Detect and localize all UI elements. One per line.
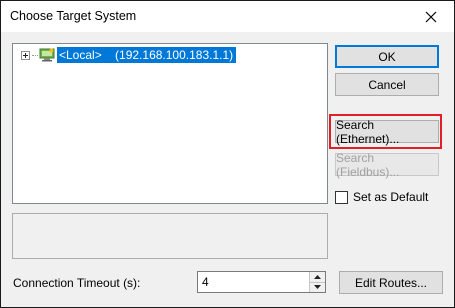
ok-button[interactable]: OK xyxy=(335,45,439,68)
set-as-default-option[interactable]: Set as Default xyxy=(335,190,428,204)
connection-timeout-label: Connection Timeout (s): xyxy=(13,276,141,290)
search-ethernet-button[interactable]: Search (Ethernet)... xyxy=(335,118,439,146)
set-as-default-label: Set as Default xyxy=(353,190,429,204)
close-button[interactable] xyxy=(408,1,454,32)
spin-down-button[interactable] xyxy=(309,282,325,292)
window-title: Choose Target System xyxy=(10,9,137,23)
status-info-box xyxy=(12,213,328,259)
plus-expander-icon[interactable] xyxy=(21,50,30,60)
search-fieldbus-button[interactable]: Search (Fieldbus)... xyxy=(335,151,439,179)
close-icon xyxy=(425,11,437,22)
tree-connector xyxy=(32,54,38,56)
target-tree[interactable]: <Local> (192.168.100.183.1.1) xyxy=(12,43,328,204)
tree-node-label[interactable]: <Local> (192.168.100.183.1.1) xyxy=(57,47,237,63)
cancel-button[interactable]: Cancel xyxy=(335,73,439,96)
title-bar: Choose Target System xyxy=(1,1,454,32)
tree-node-local[interactable]: <Local> (192.168.100.183.1.1) xyxy=(21,47,237,63)
chevron-down-icon xyxy=(314,285,321,290)
connection-timeout-spinner[interactable] xyxy=(197,271,326,293)
spin-up-button[interactable] xyxy=(309,272,325,283)
connection-timeout-input[interactable] xyxy=(198,272,308,292)
dialog-body: <Local> (192.168.100.183.1.1) OK Cancel … xyxy=(1,32,454,307)
choose-target-system-dialog: Choose Target System <Local> (192.168.10… xyxy=(0,0,455,308)
edit-routes-button[interactable]: Edit Routes... xyxy=(339,271,443,294)
spinner-buttons xyxy=(309,272,325,292)
target-computer-icon xyxy=(39,48,55,62)
set-as-default-checkbox[interactable] xyxy=(335,190,348,204)
chevron-up-icon xyxy=(314,274,321,279)
